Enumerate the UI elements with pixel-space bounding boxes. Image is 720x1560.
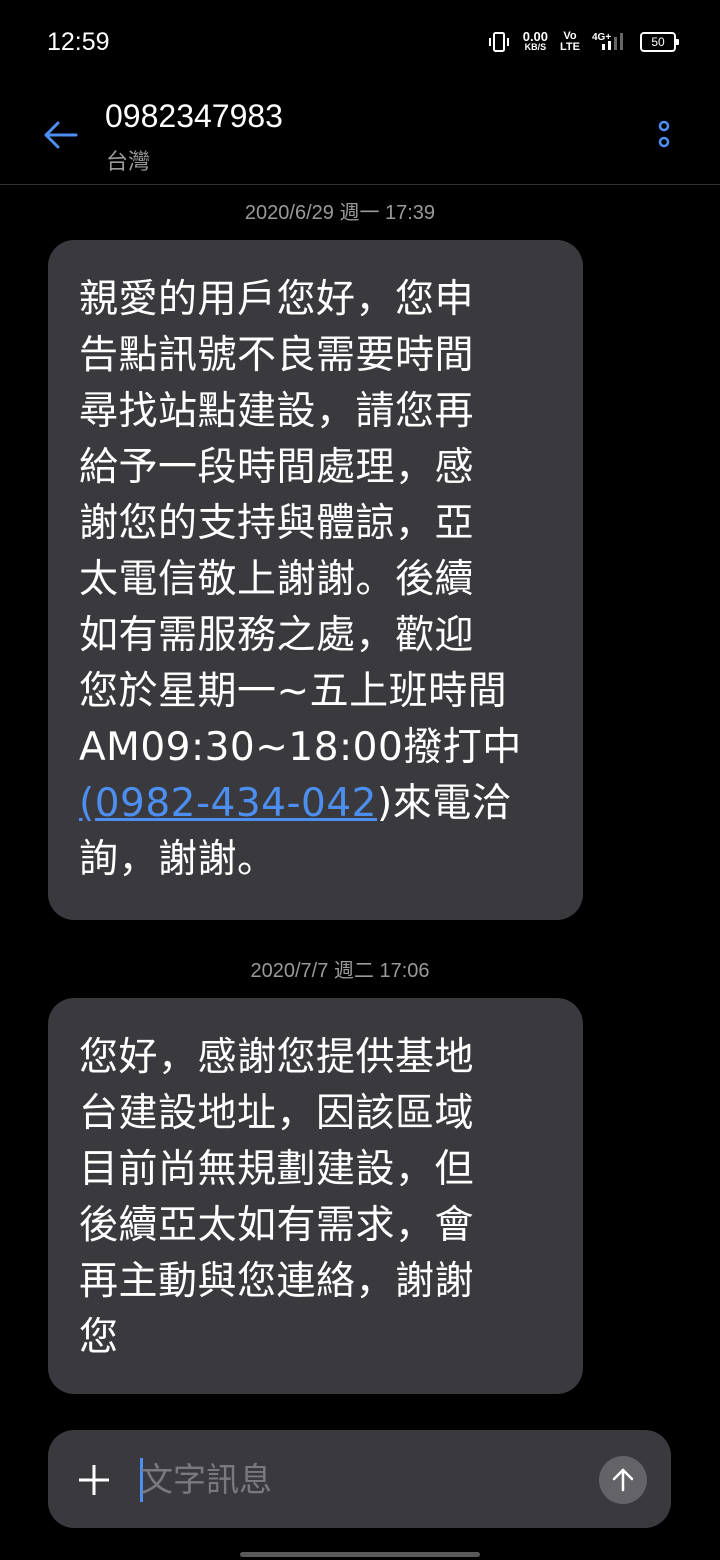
message-bubble[interactable]: 親愛的用戶您好，您申 告點訊號不良需要時間 尋找站點建設，請您再 給予一段時間處… xyxy=(48,240,583,920)
message-text-part: 親愛的用戶您好，您申 告點訊號不良需要時間 尋找站點建設，請您再 給予一段時間處… xyxy=(79,277,522,770)
network-speed: 0.00 KB/S xyxy=(522,29,549,53)
network-speed-unit: KB/S xyxy=(524,42,547,52)
battery-level: 50 xyxy=(651,35,665,49)
more-vertical-icon[interactable] xyxy=(652,118,676,158)
status-time: 12:59 xyxy=(47,28,110,56)
phone-number-link[interactable]: (0982-434-042 xyxy=(79,781,377,826)
signal-icon: 4G+ xyxy=(592,32,623,50)
volte-indicator: Vo LTE xyxy=(560,31,580,53)
message-text: 您好，感謝您提供基地 台建設地址，因該區域 目前尚無規劃建設，但 後續亞太如有需… xyxy=(79,1035,475,1360)
send-button[interactable] xyxy=(599,1456,647,1504)
contact-region: 台灣 xyxy=(106,150,151,175)
status-bar: 12:59 0.00 KB/S Vo LTE 4G+ 50 xyxy=(0,0,720,90)
network-speed-value: 0.00 xyxy=(522,29,549,44)
message-bubble[interactable]: 您好，感謝您提供基地 台建設地址，因該區域 目前尚無規劃建設，但 後續亞太如有需… xyxy=(48,998,583,1394)
message-timestamp: 2020/7/7 週二 17:06 xyxy=(250,960,430,982)
plus-icon[interactable] xyxy=(78,1464,110,1496)
status-icons: 0.00 KB/S Vo LTE 4G+ 50 xyxy=(487,29,679,54)
volte-bottom: LTE xyxy=(560,41,580,53)
home-indicator xyxy=(240,1552,480,1557)
message-timestamp: 2020/6/29 週一 17:39 xyxy=(244,202,436,224)
conversation-header: 0982347983 台灣 xyxy=(0,90,720,185)
arrow-up-icon xyxy=(612,1468,634,1492)
message-text: 親愛的用戶您好，您申 告點訊號不良需要時間 尋找站點建設，請您再 給予一段時間處… xyxy=(79,272,563,888)
contact-number: 0982347983 xyxy=(105,98,283,134)
vibrate-icon xyxy=(488,32,509,52)
message-input[interactable] xyxy=(140,1450,580,1508)
battery-icon: 50 xyxy=(640,32,679,52)
message-composer xyxy=(48,1430,671,1528)
arrow-left-icon[interactable] xyxy=(42,118,80,152)
